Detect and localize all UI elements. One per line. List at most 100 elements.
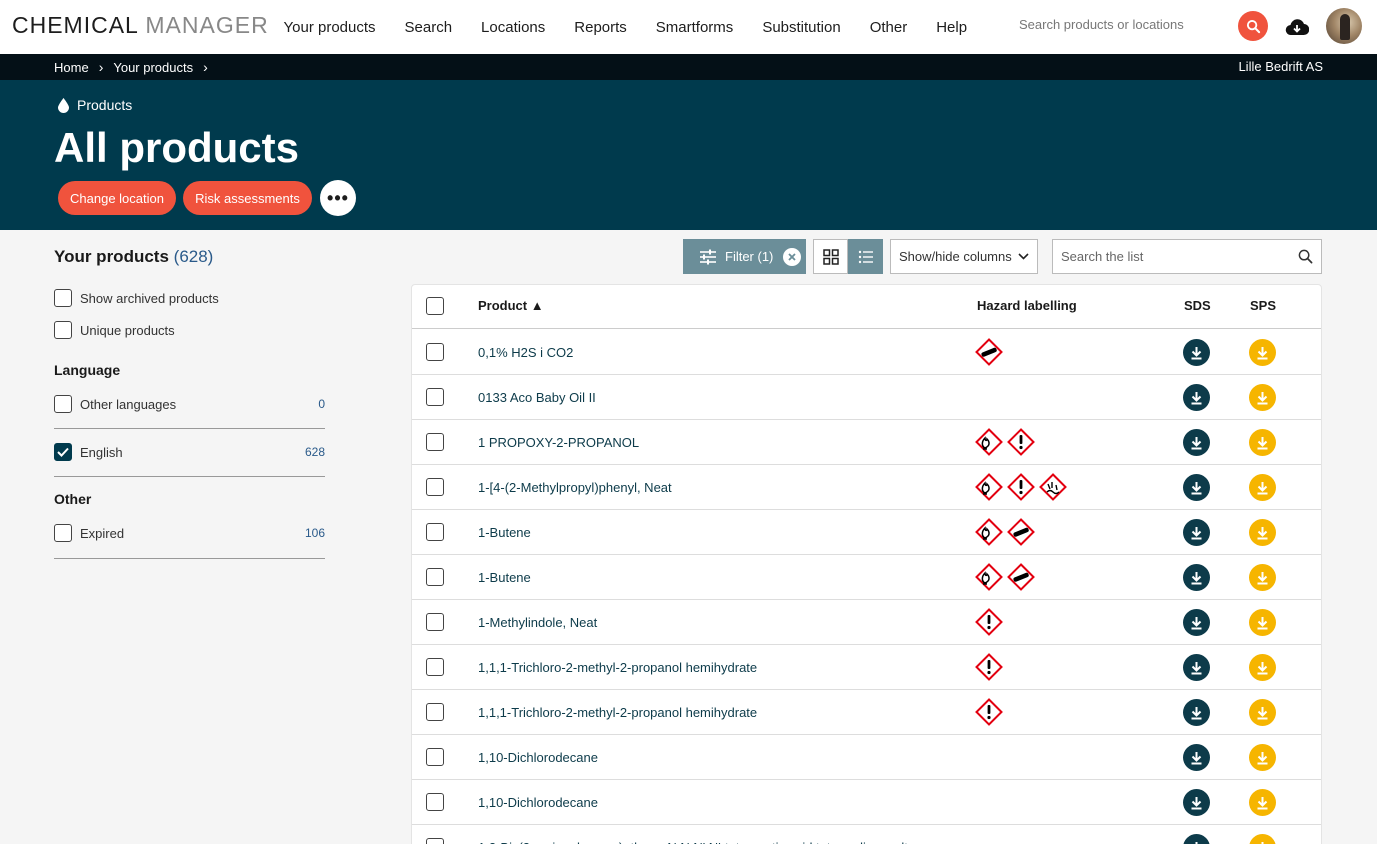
show-archived-checkbox[interactable] — [54, 289, 72, 307]
change-location-button[interactable]: Change location — [58, 181, 176, 215]
nav-help[interactable]: Help — [922, 19, 982, 36]
other-languages-checkbox[interactable] — [54, 395, 72, 413]
table-row[interactable]: 1,10-Dichlorodecane — [412, 735, 1321, 780]
product-name-link[interactable]: 1 PROPOXY-2-PROPANOL — [478, 435, 639, 450]
global-search-input[interactable]: Search products or locations — [1019, 17, 1229, 32]
row-checkbox[interactable] — [426, 793, 444, 811]
breadcrumb-your-products[interactable]: Your products — [113, 60, 193, 75]
product-name-link[interactable]: 1,2-Bis(2-aminophenoxy)ethane-N,N,N',N'-… — [478, 840, 908, 844]
nav-smartforms[interactable]: Smartforms — [641, 19, 748, 36]
nav-your-products[interactable]: Your products — [269, 19, 390, 36]
product-name-link[interactable]: 1-Butene — [478, 570, 531, 585]
brand-logo[interactable]: CHEMICAL MANAGER — [12, 12, 269, 39]
other-languages-option[interactable]: Other languages 0 — [54, 395, 325, 413]
sds-download-button[interactable] — [1183, 834, 1210, 844]
row-checkbox[interactable] — [426, 613, 444, 631]
product-name-link[interactable]: 1-[4-(2-Methylpropyl)phenyl, Neat — [478, 480, 672, 495]
column-product[interactable]: Product ▲ — [478, 298, 544, 313]
sds-download-button[interactable] — [1183, 789, 1210, 816]
company-name[interactable]: Lille Bedrift AS — [1238, 59, 1323, 74]
table-row[interactable]: 0133 Aco Baby Oil II — [412, 375, 1321, 420]
cloud-download-button[interactable] — [1284, 14, 1310, 40]
nav-other[interactable]: Other — [855, 19, 922, 36]
list-search-input[interactable] — [1053, 240, 1293, 273]
row-checkbox[interactable] — [426, 748, 444, 766]
row-checkbox[interactable] — [426, 703, 444, 721]
sds-download-button[interactable] — [1183, 564, 1210, 591]
product-name-link[interactable]: 1,10-Dichlorodecane — [478, 750, 598, 765]
table-row[interactable]: 1,10-Dichlorodecane — [412, 780, 1321, 825]
sds-download-button[interactable] — [1183, 699, 1210, 726]
table-row[interactable]: 1,1,1-Trichloro-2-methyl-2-propanol hemi… — [412, 690, 1321, 735]
sps-download-button[interactable] — [1249, 654, 1276, 681]
sps-download-button[interactable] — [1249, 609, 1276, 636]
global-search-button[interactable] — [1238, 11, 1268, 41]
user-avatar[interactable] — [1326, 8, 1362, 44]
row-checkbox[interactable] — [426, 478, 444, 496]
sps-download-button[interactable] — [1249, 744, 1276, 771]
sds-download-button[interactable] — [1183, 519, 1210, 546]
sds-download-button[interactable] — [1183, 384, 1210, 411]
row-checkbox[interactable] — [426, 523, 444, 541]
hazard-flame-icon — [975, 428, 1003, 456]
sps-download-button[interactable] — [1249, 699, 1276, 726]
sds-download-button[interactable] — [1183, 609, 1210, 636]
sds-download-button[interactable] — [1183, 654, 1210, 681]
unique-products-option[interactable]: Unique products — [54, 321, 325, 339]
table-row[interactable]: 0,1% H2S i CO2 — [412, 330, 1321, 375]
product-name-link[interactable]: 1,1,1-Trichloro-2-methyl-2-propanol hemi… — [478, 705, 757, 720]
grid-view-button[interactable] — [813, 239, 848, 274]
sds-download-button[interactable] — [1183, 339, 1210, 366]
expired-option[interactable]: Expired 106 — [54, 524, 325, 542]
table-row[interactable]: 1 PROPOXY-2-PROPANOL — [412, 420, 1321, 465]
row-checkbox[interactable] — [426, 568, 444, 586]
sps-download-button[interactable] — [1249, 339, 1276, 366]
product-name-link[interactable]: 1,10-Dichlorodecane — [478, 795, 598, 810]
sds-download-button[interactable] — [1183, 429, 1210, 456]
filter-button[interactable]: Filter (1) — [683, 239, 806, 274]
table-row[interactable]: 1-Butene — [412, 555, 1321, 600]
show-hide-columns-dropdown[interactable]: Show/hide columns — [890, 239, 1038, 274]
row-checkbox[interactable] — [426, 343, 444, 361]
table-row[interactable]: 1-[4-(2-Methylpropyl)phenyl, Neat — [412, 465, 1321, 510]
nav-reports[interactable]: Reports — [560, 19, 642, 36]
table-row[interactable]: 1-Methylindole, Neat — [412, 600, 1321, 645]
table-row[interactable]: 1,1,1-Trichloro-2-methyl-2-propanol hemi… — [412, 645, 1321, 690]
english-option[interactable]: English 628 — [54, 443, 325, 461]
row-checkbox[interactable] — [426, 838, 444, 844]
nav-locations[interactable]: Locations — [467, 19, 560, 36]
sds-download-button[interactable] — [1183, 474, 1210, 501]
row-checkbox[interactable] — [426, 433, 444, 451]
expired-checkbox[interactable] — [54, 524, 72, 542]
product-name-link[interactable]: 0133 Aco Baby Oil II — [478, 390, 596, 405]
clear-filter-button[interactable] — [783, 248, 801, 266]
breadcrumb-home[interactable]: Home — [54, 60, 89, 75]
risk-assessments-button[interactable]: Risk assessments — [183, 181, 312, 215]
table-row[interactable]: 1-Butene — [412, 510, 1321, 555]
nav-substitution[interactable]: Substitution — [748, 19, 855, 36]
row-checkbox[interactable] — [426, 658, 444, 676]
row-checkbox[interactable] — [426, 388, 444, 406]
more-options-button[interactable]: ••• — [320, 180, 356, 216]
sps-download-button[interactable] — [1249, 564, 1276, 591]
list-view-button[interactable] — [848, 239, 883, 274]
sps-download-button[interactable] — [1249, 789, 1276, 816]
sds-download-button[interactable] — [1183, 744, 1210, 771]
sps-download-button[interactable] — [1249, 834, 1276, 844]
product-name-link[interactable]: 1-Butene — [478, 525, 531, 540]
sps-download-button[interactable] — [1249, 429, 1276, 456]
show-archived-option[interactable]: Show archived products — [54, 289, 325, 307]
search-icon[interactable] — [1298, 249, 1313, 264]
unique-products-checkbox[interactable] — [54, 321, 72, 339]
table-row[interactable]: 1,2-Bis(2-aminophenoxy)ethane-N,N,N',N'-… — [412, 825, 1321, 844]
product-name-link[interactable]: 0,1% H2S i CO2 — [478, 345, 573, 360]
sps-download-button[interactable] — [1249, 519, 1276, 546]
sps-download-button[interactable] — [1249, 384, 1276, 411]
sps-download-button[interactable] — [1249, 474, 1276, 501]
english-checkbox[interactable] — [54, 443, 72, 461]
column-hazard[interactable]: Hazard labelling — [977, 298, 1077, 313]
product-name-link[interactable]: 1-Methylindole, Neat — [478, 615, 597, 630]
nav-search[interactable]: Search — [390, 19, 467, 36]
product-name-link[interactable]: 1,1,1-Trichloro-2-methyl-2-propanol hemi… — [478, 660, 757, 675]
select-all-checkbox[interactable] — [426, 297, 444, 315]
